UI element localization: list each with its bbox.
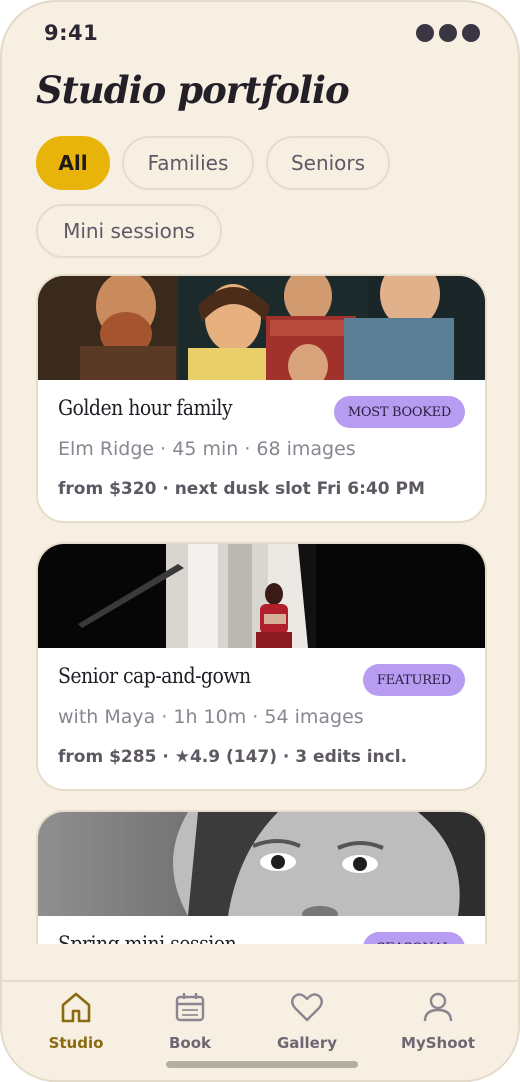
status-dot: [462, 24, 480, 42]
tab-label: MyShoot: [401, 1034, 475, 1052]
card-badge: SEASONAL: [362, 932, 465, 944]
heart-icon: [291, 993, 323, 1022]
portfolio-card[interactable]: Golden hour family MOST BOOKED Elm Ridge…: [36, 274, 487, 523]
phone-frame: 9:41 Studio portfolio All Families Senio…: [0, 0, 520, 1082]
home-indicator[interactable]: [166, 1061, 358, 1068]
filter-chip-seniors[interactable]: Seniors: [266, 136, 390, 190]
card-title: Senior cap-and-gown: [58, 664, 251, 688]
person-icon: [423, 992, 453, 1022]
card-badge: FEATURED: [362, 664, 465, 696]
card-meta: Elm Ridge · 45 min · 68 images: [58, 438, 356, 460]
card-photo-senior: [38, 544, 485, 648]
portfolio-card[interactable]: Senior cap-and-gown FEATURED with Maya ·…: [36, 542, 487, 791]
card-title: Spring mini session: [58, 932, 237, 944]
card-price: from $320 · next dusk slot Fri 6:40 PM: [58, 479, 425, 499]
status-time: 9:41: [44, 21, 99, 45]
page-title: Studio portfolio: [36, 68, 350, 112]
portfolio-card[interactable]: Spring mini session SEASONAL: [36, 810, 487, 944]
portfolio-feed[interactable]: Golden hour family MOST BOOKED Elm Ridge…: [2, 274, 518, 944]
status-dot: [439, 24, 457, 42]
card-photo-child: [38, 812, 485, 916]
card-title: Golden hour family: [58, 396, 233, 420]
status-dot: [416, 24, 434, 42]
status-indicators: [416, 24, 480, 42]
tab-label: Studio: [48, 1034, 104, 1052]
tab-bar: Studio Book Gallery MyShoot: [2, 980, 518, 1080]
filter-chip-families[interactable]: Families: [122, 136, 254, 190]
filter-chip-all[interactable]: All: [36, 136, 110, 190]
tab-label: Gallery: [276, 1034, 338, 1052]
card-meta: with Maya · 1h 10m · 54 images: [58, 706, 364, 728]
calendar-icon: [175, 993, 205, 1022]
tab-gallery[interactable]: Gallery: [252, 990, 362, 1060]
card-badge: MOST BOOKED: [333, 396, 465, 428]
card-photo-family: [38, 276, 485, 380]
tab-book[interactable]: Book: [135, 990, 245, 1060]
tab-myshoot[interactable]: MyShoot: [383, 990, 493, 1060]
home-icon: [61, 992, 91, 1023]
filter-chip-mini-sessions[interactable]: Mini sessions: [36, 204, 222, 258]
card-price: from $285 · ★4.9 (147) · 3 edits incl.: [58, 747, 408, 767]
tab-studio[interactable]: Studio: [21, 990, 131, 1060]
tab-label: Book: [168, 1034, 212, 1052]
